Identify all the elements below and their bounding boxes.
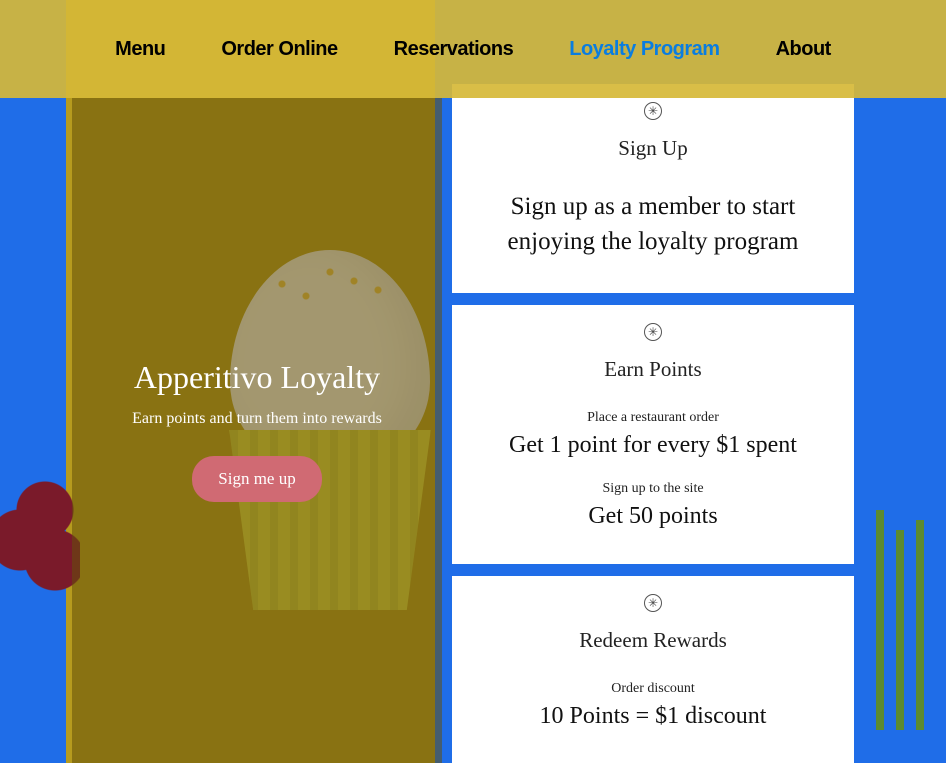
card-description: Sign up as a member to start enjoying th… xyxy=(476,189,830,259)
asterisk-icon: ✳ xyxy=(644,594,662,612)
card-earn-points: ✳ Earn Points Place a restaurant order G… xyxy=(452,305,854,564)
loyalty-hero-panel: Apperitivo Loyalty Earn points and turn … xyxy=(72,98,442,763)
rule-value: Get 50 points xyxy=(476,503,830,530)
nav-order-online[interactable]: Order Online xyxy=(221,38,337,61)
nav-reservations[interactable]: Reservations xyxy=(394,38,514,61)
nav-about[interactable]: About xyxy=(776,38,831,61)
nav-loyalty-program[interactable]: Loyalty Program xyxy=(569,38,719,61)
hero-title: Apperitivo Loyalty xyxy=(134,359,380,396)
asterisk-icon: ✳ xyxy=(644,102,662,120)
card-redeem-rewards: ✳ Redeem Rewards Order discount 10 Point… xyxy=(452,576,854,764)
rule-value: 10 Points = $1 discount xyxy=(476,703,830,730)
top-nav: Menu Order Online Reservations Loyalty P… xyxy=(0,0,946,98)
card-sign-up: ✳ Sign Up Sign up as a member to start e… xyxy=(452,84,854,293)
rule-label: Place a restaurant order xyxy=(476,410,830,426)
card-title: Redeem Rewards xyxy=(476,628,830,653)
sign-me-up-button[interactable]: Sign me up xyxy=(192,456,321,502)
asterisk-icon: ✳ xyxy=(644,323,662,341)
card-title: Sign Up xyxy=(476,136,830,161)
rule-value: Get 1 point for every $1 spent xyxy=(476,432,830,459)
rule-label: Order discount xyxy=(476,681,830,697)
hero-subtitle: Earn points and turn them into rewards xyxy=(132,410,382,428)
rule-label: Sign up to the site xyxy=(476,481,830,497)
nav-menu[interactable]: Menu xyxy=(115,38,165,61)
loyalty-cards-column: ✳ Sign Up Sign up as a member to start e… xyxy=(452,84,854,764)
card-title: Earn Points xyxy=(476,357,830,382)
